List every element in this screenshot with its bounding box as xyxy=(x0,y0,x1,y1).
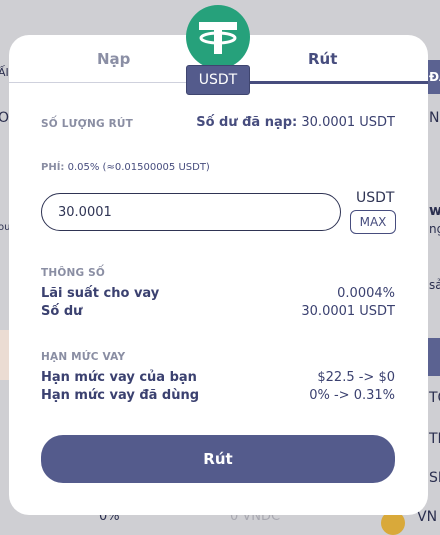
your-limit-value: $22.5 -> $0 xyxy=(317,370,395,385)
withdraw-modal: Nạp Rút SỐ LƯỢNG RÚT Số dư đã nạp: 30.00… xyxy=(9,35,428,515)
bg-text: NI xyxy=(429,110,440,126)
bg-text: sả xyxy=(429,278,440,292)
tab-withdraw[interactable]: Rút xyxy=(308,50,337,68)
max-button[interactable]: MAX xyxy=(350,210,396,234)
deposited-balance: Số dư đã nạp: 30.0001 USDT xyxy=(196,115,395,130)
bg-text: ẤI xyxy=(0,66,9,79)
amount-label: SỐ LƯỢNG RÚT xyxy=(41,118,134,130)
limits-section-label: HẠN MỨC VAY xyxy=(41,351,126,363)
used-limit-value: 0% -> 0.31% xyxy=(309,388,395,403)
your-limit-label: Hạn mức vay của bạn xyxy=(41,370,197,385)
amount-unit: USDT xyxy=(356,190,395,206)
tether-logo xyxy=(199,22,237,54)
fee-info: PHÍ: 0.05% (≈0.01500005 USDT) xyxy=(41,162,210,173)
interest-rate-value: 0.0004% xyxy=(337,286,395,301)
deposited-balance-label: Số dư đã nạp: xyxy=(196,115,298,130)
amount-input[interactable] xyxy=(41,193,341,231)
bg-text: O xyxy=(0,110,10,126)
fee-label: PHÍ: xyxy=(41,162,65,173)
bg-text: w xyxy=(429,203,440,219)
tether-icon xyxy=(186,5,250,69)
params-balance-value: 30.0001 USDT xyxy=(301,304,395,319)
bg-block xyxy=(0,330,9,380)
coin-symbol-tag: USDT xyxy=(186,65,250,95)
withdraw-submit-button[interactable]: Rút xyxy=(41,435,395,483)
deposited-balance-value: 30.0001 USDT xyxy=(301,115,395,130)
used-limit-label: Hạn mức vay đã dùng xyxy=(41,388,200,403)
bg-text: TO xyxy=(429,390,440,406)
tab-deposit[interactable]: Nạp xyxy=(97,50,130,68)
tab-active-indicator xyxy=(219,81,428,84)
bg-text: ng xyxy=(429,222,440,236)
params-section-label: THÔNG SỐ xyxy=(41,267,106,279)
coin-badge: USDT xyxy=(186,5,250,95)
params-balance-label: Số dư xyxy=(41,304,83,319)
bg-text: TH xyxy=(429,431,440,447)
bg-text: SE xyxy=(429,470,440,486)
bg-text: ĐÁ xyxy=(429,70,440,84)
fee-value: 0.05% (≈0.01500005 USDT) xyxy=(67,162,210,173)
bg-text: VN xyxy=(417,509,438,525)
interest-rate-label: Lãi suất cho vay xyxy=(41,286,160,301)
